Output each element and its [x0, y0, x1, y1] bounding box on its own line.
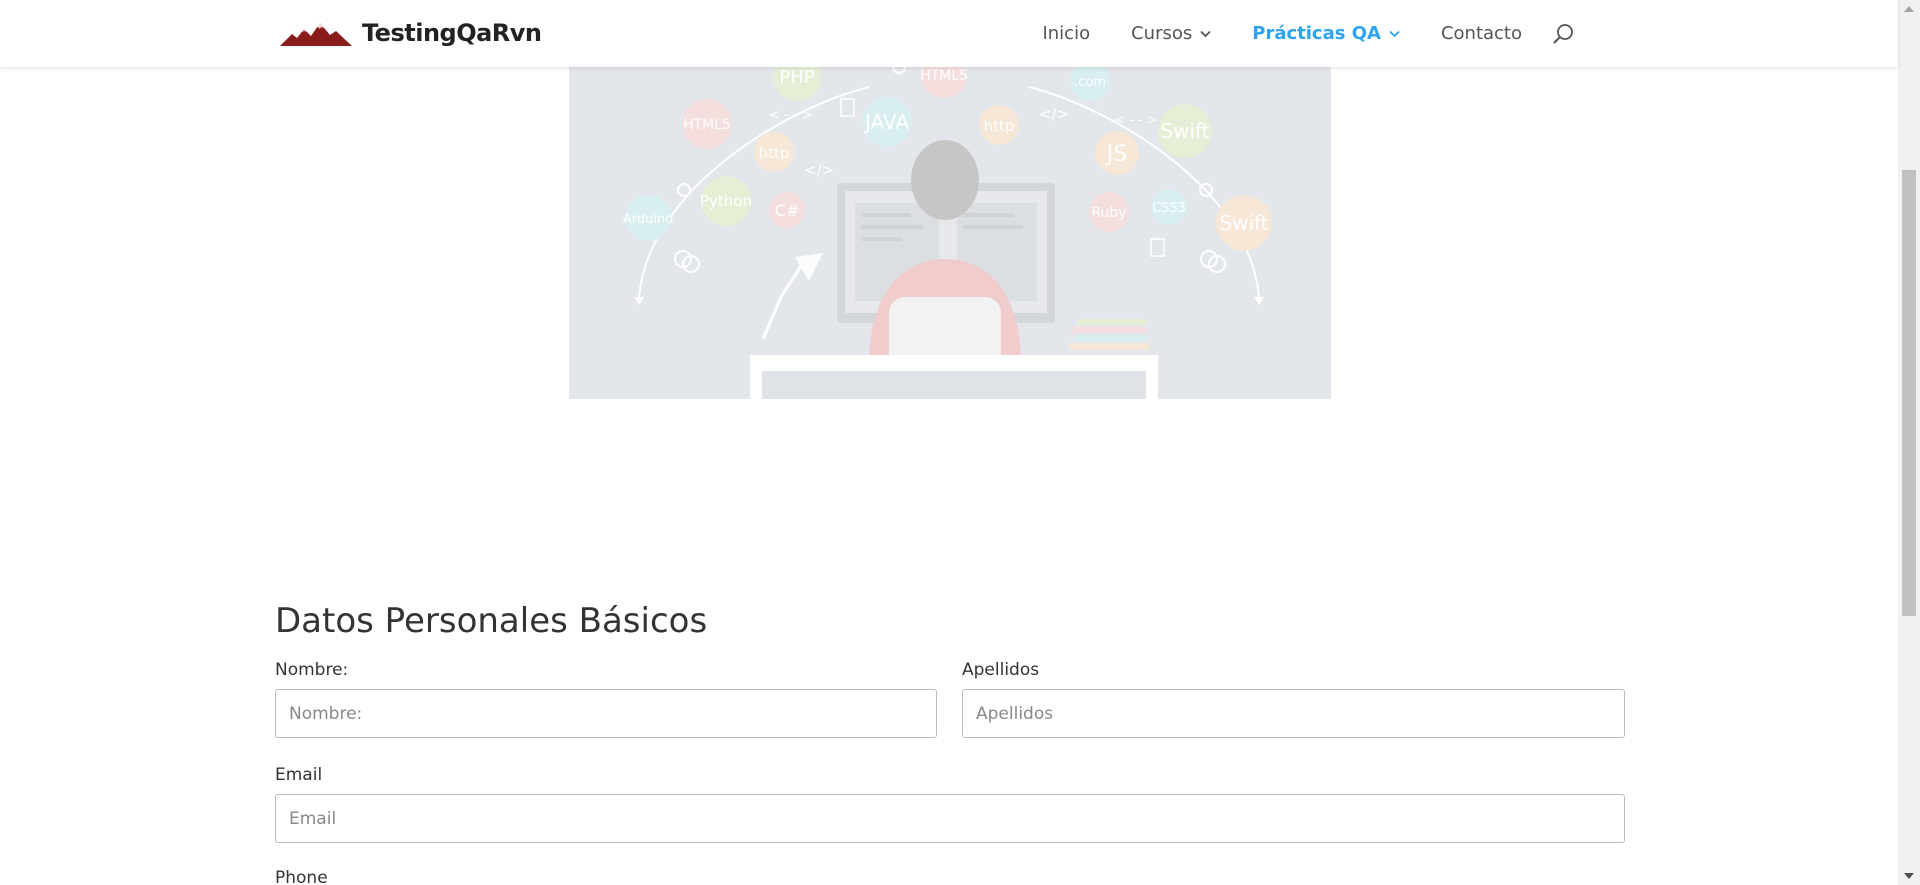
section-title: Datos Personales Básicos: [275, 601, 708, 641]
phone-label: Phone: [275, 868, 328, 885]
email-label: Email: [275, 765, 323, 785]
site-header: TestingQaRvn Inicio Cursos Prácticas QA …: [0, 0, 1898, 67]
chevron-down-icon: [1389, 30, 1400, 37]
code-glyph: </>: [1039, 105, 1069, 123]
nav-item-label: Contacto: [1440, 23, 1522, 44]
code-glyph: </>: [804, 161, 834, 179]
mountain-logo-icon: [280, 23, 352, 46]
bubble-label: Ruby: [1091, 205, 1126, 221]
nav-item-cursos[interactable]: Cursos: [1131, 23, 1211, 44]
nav-item-label: Prácticas QA: [1252, 23, 1381, 44]
bubble-label: HTML5: [683, 117, 731, 133]
bubble-label: Swift: [1160, 119, 1209, 143]
bubble-label: C#: [775, 201, 800, 220]
bubble-label: HTML5: [920, 68, 968, 84]
bubble-label: CSS3: [1152, 201, 1186, 216]
nav-item-label: Inicio: [1042, 23, 1091, 44]
scroll-up-arrow[interactable]: [1904, 6, 1914, 12]
bubble-label: http: [984, 117, 1015, 135]
bubble-label: Swift: [1219, 211, 1268, 235]
search-icon: [1553, 23, 1573, 44]
chevron-down-icon: [1200, 30, 1211, 37]
main-nav: Inicio Cursos Prácticas QA Contacto: [1001, 0, 1574, 67]
bubble-label: http: [759, 144, 790, 162]
logo-text: TestingQaRvn: [362, 19, 542, 47]
bubble-label: Arduino: [623, 212, 673, 227]
scroll-thumb[interactable]: [1902, 170, 1916, 616]
apellidos-input[interactable]: [962, 689, 1625, 738]
bubble-label: .com: [1074, 75, 1106, 90]
bubble-label: JS: [1105, 142, 1127, 167]
nombre-input[interactable]: [275, 689, 937, 738]
search-button[interactable]: [1552, 23, 1574, 45]
scroll-down-arrow[interactable]: [1904, 873, 1914, 879]
site-logo[interactable]: TestingQaRvn: [280, 15, 542, 51]
nav-item-practicas-qa[interactable]: Prácticas QA: [1252, 23, 1400, 44]
bubble-label: JAVA: [863, 110, 909, 134]
nav-item-contacto[interactable]: Contacto: [1441, 23, 1522, 44]
developer-illustration: PHP HTML5 .com HTML5 JAVA http Swift htt…: [623, 67, 1272, 399]
apellidos-label: Apellidos: [962, 660, 1040, 680]
page-scrollbar[interactable]: [1898, 0, 1920, 885]
hero-image: PHP HTML5 .com HTML5 JAVA http Swift htt…: [569, 67, 1331, 399]
nav-item-inicio[interactable]: Inicio: [1042, 23, 1090, 44]
code-glyph: < - - >: [769, 108, 813, 123]
nav-item-label: Cursos: [1131, 23, 1193, 44]
page: TestingQaRvn Inicio Cursos Prácticas QA …: [0, 0, 1920, 885]
code-glyph: < - - >: [1114, 113, 1158, 128]
email-input[interactable]: [275, 794, 1625, 843]
nombre-label: Nombre:: [275, 660, 349, 680]
bubble-label: Python: [700, 192, 752, 210]
bubble-label: PHP: [779, 67, 814, 88]
